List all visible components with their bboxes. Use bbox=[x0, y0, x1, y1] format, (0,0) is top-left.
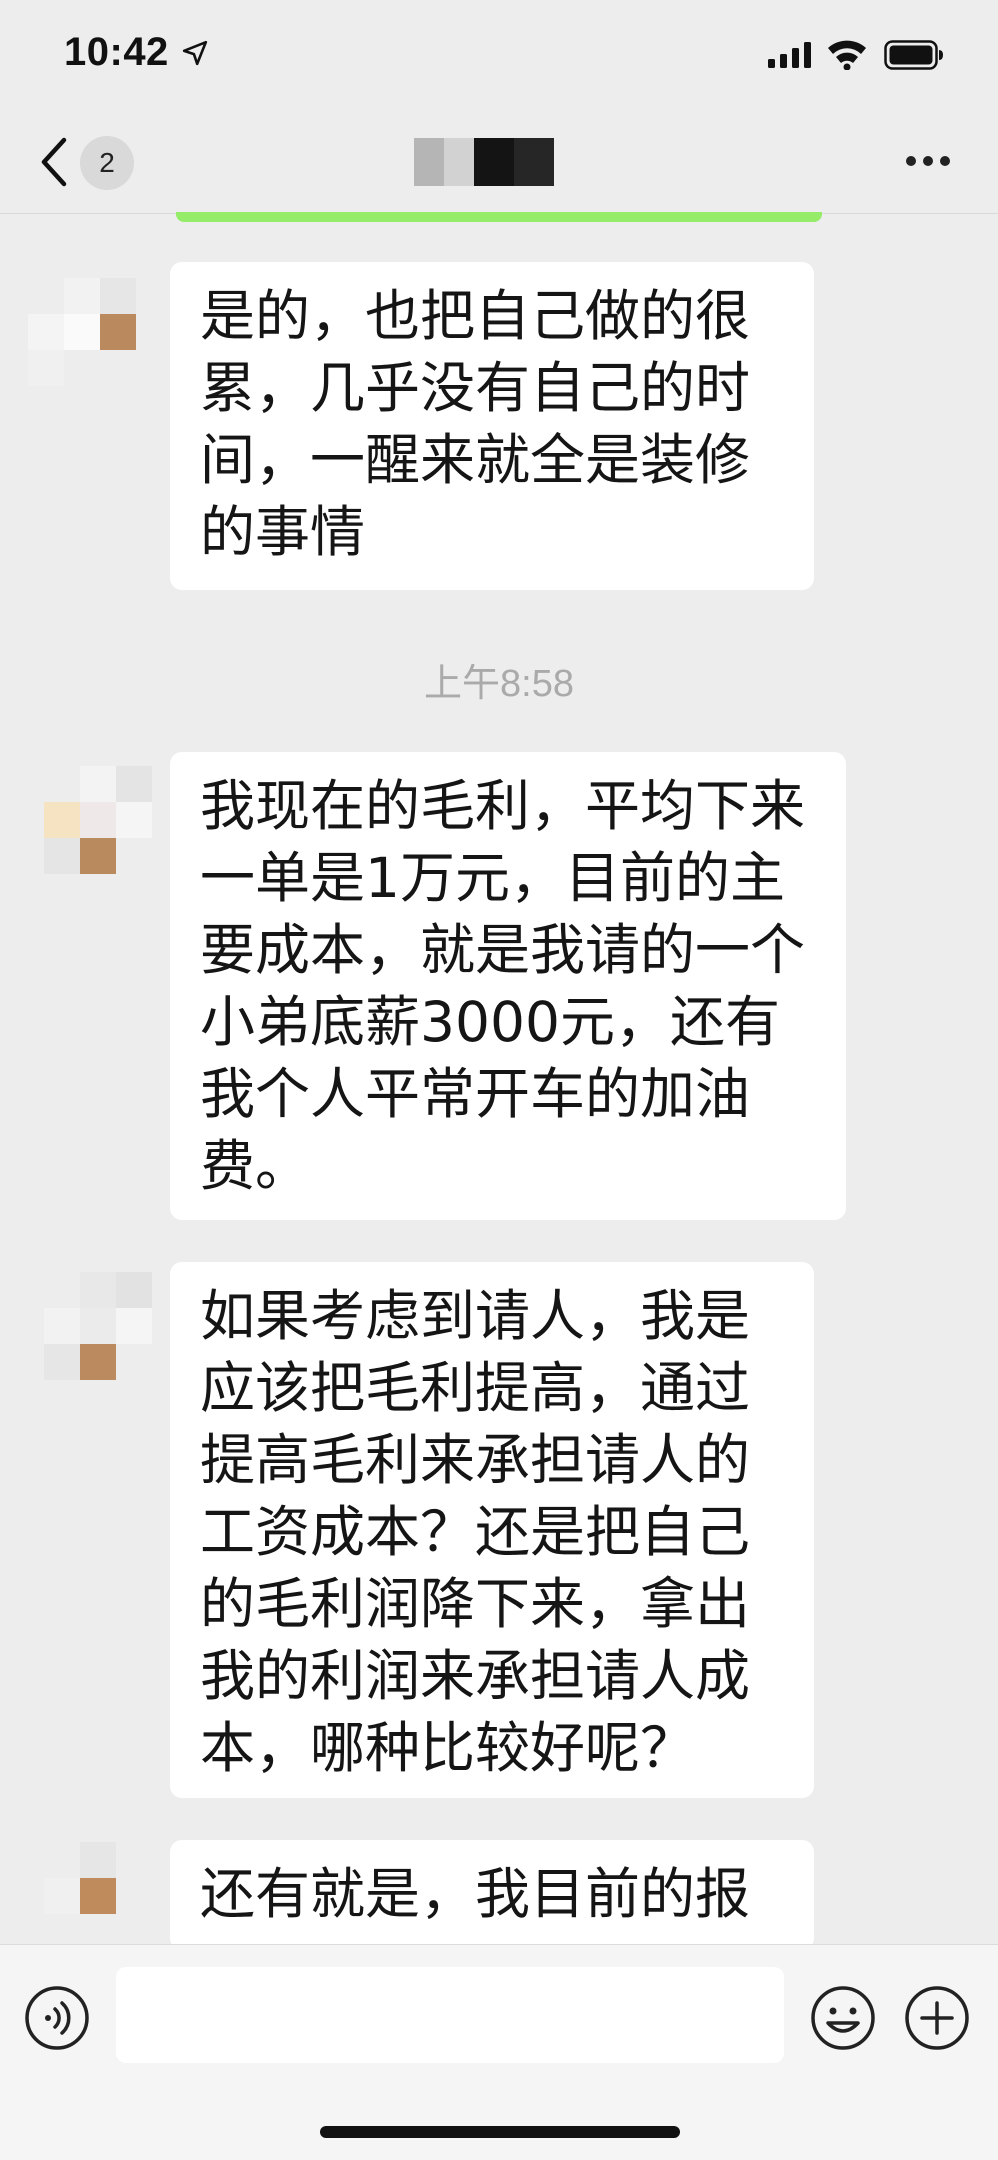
message-input[interactable] bbox=[116, 1967, 784, 2063]
status-bar: 10:42 bbox=[0, 0, 998, 110]
status-time: 10:42 bbox=[64, 30, 169, 74]
message-text: 如果考虑到请人，我是应该把毛利提高，通过提高毛利来承担请人的工资成本？还是把自己… bbox=[200, 1284, 751, 1780]
unread-count-badge[interactable]: 2 bbox=[80, 136, 134, 190]
chevron-left-icon[interactable] bbox=[38, 136, 72, 188]
message-bubble[interactable]: 我现在的毛利，平均下来一单是1万元，目前的主要成本，就是我请的一个小弟底薪300… bbox=[170, 752, 846, 1220]
chat-header: 2 bbox=[0, 110, 998, 214]
previous-outgoing-bubble-edge bbox=[176, 212, 822, 222]
message-bubble[interactable]: 是的，也把自己做的很累，几乎没有自己的时间，一醒来就全是装修的事情 bbox=[170, 262, 814, 590]
home-indicator[interactable] bbox=[320, 2126, 680, 2138]
message-bubble[interactable]: 还有就是，我目前的报 bbox=[170, 1840, 814, 1950]
message-text: 是的，也把自己做的很累，几乎没有自己的时间，一醒来就全是装修的事情 bbox=[200, 284, 751, 564]
battery-icon bbox=[884, 40, 943, 70]
cellular-signal-icon bbox=[768, 42, 811, 68]
message-timestamp: 上午8:58 bbox=[424, 663, 574, 705]
avatar[interactable] bbox=[44, 766, 152, 874]
avatar[interactable] bbox=[28, 278, 136, 386]
message-text: 我现在的毛利，平均下来一单是1万元，目前的主要成本，就是我请的一个小弟底薪300… bbox=[200, 774, 806, 1198]
avatar[interactable] bbox=[44, 1272, 152, 1380]
message-bubble[interactable]: 如果考虑到请人，我是应该把毛利提高，通过提高毛利来承担请人的工资成本？还是把自己… bbox=[170, 1262, 814, 1798]
emoji-icon[interactable] bbox=[810, 1985, 876, 2051]
message-text: 还有就是，我目前的报 bbox=[200, 1862, 751, 1926]
chat-title-pixelated bbox=[414, 138, 554, 186]
avatar[interactable] bbox=[44, 1842, 152, 1950]
location-arrow-icon bbox=[182, 40, 208, 66]
voice-icon[interactable] bbox=[24, 1985, 90, 2051]
wifi-icon bbox=[828, 40, 866, 70]
plus-icon[interactable] bbox=[904, 1985, 970, 2051]
more-dots-icon[interactable] bbox=[904, 154, 952, 168]
